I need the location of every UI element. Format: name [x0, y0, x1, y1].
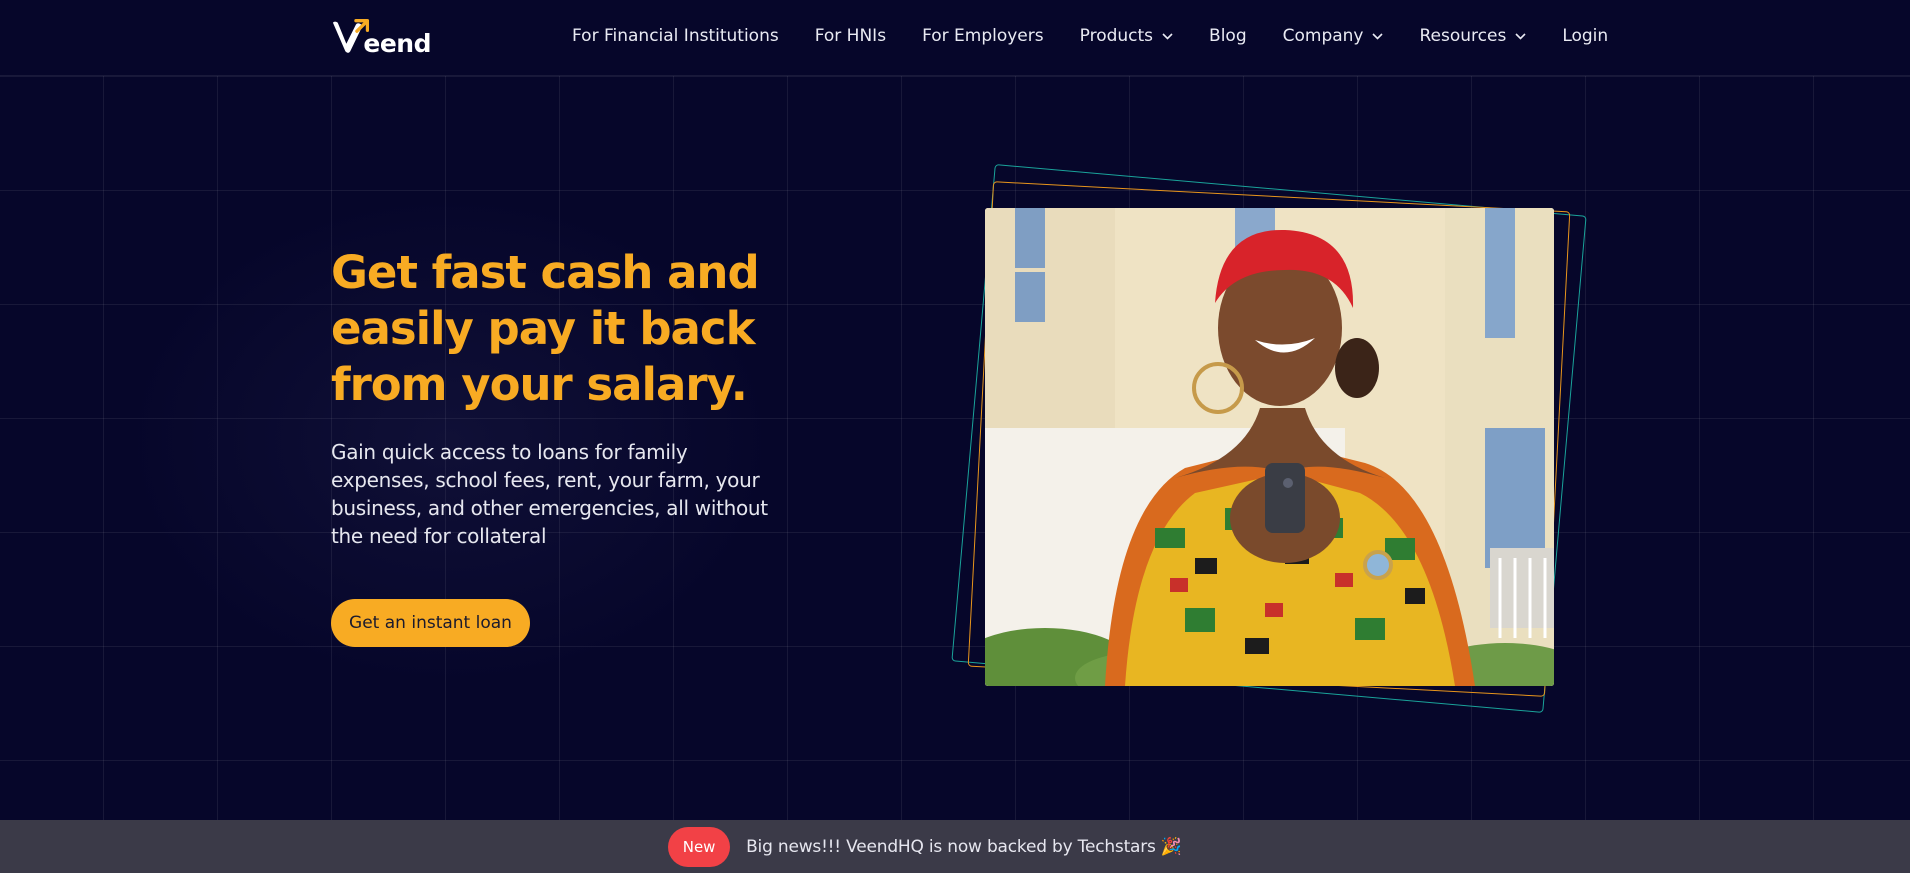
announcement-text: Big news!!! VeendHQ is now backed by Tec… [746, 836, 1182, 857]
hero-title: Get fast cash and easily pay it back fro… [331, 246, 760, 411]
nav-item-blog[interactable]: Blog [1209, 26, 1247, 46]
nav-item-label: Login [1562, 26, 1609, 46]
nav-item-hnis[interactable]: For HNIs [815, 26, 886, 46]
nav-item-label: For Employers [922, 26, 1044, 46]
nav-item-label: Resources [1419, 26, 1507, 46]
nav-item-login[interactable]: Login [1562, 26, 1608, 46]
nav-item-resources[interactable]: Resources [1419, 26, 1526, 46]
chevron-down-icon [1162, 32, 1173, 40]
nav-item-products[interactable]: Products [1080, 26, 1173, 46]
brand-name: eend [363, 29, 431, 58]
hero-photo [985, 208, 1554, 686]
site-header: eend For Financial Institutions For HNIs… [0, 0, 1910, 76]
nav-item-company[interactable]: Company [1283, 26, 1384, 46]
nav-item-label: Company [1282, 26, 1364, 46]
nav-item-label: Blog [1209, 26, 1247, 46]
nav-item-label: For Financial Institutions [572, 26, 779, 46]
new-badge: New [668, 826, 731, 867]
main-nav: For Financial Institutions For HNIs For … [572, 22, 1608, 50]
announcement-banner[interactable]: New Big news!!! VeendHQ is now backed by… [0, 820, 1910, 873]
nav-item-label: Products [1079, 26, 1154, 46]
nav-item-financial-institutions[interactable]: For Financial Institutions [572, 26, 779, 46]
grid-background [0, 0, 1910, 820]
hero-subtitle: Gain quick access to loans for family ex… [331, 440, 768, 548]
chevron-down-icon [1372, 32, 1384, 40]
nav-item-employers[interactable]: For Employers [922, 26, 1044, 46]
nav-item-label: For HNIs [814, 26, 887, 46]
get-instant-loan-button[interactable]: Get an instant loan [331, 599, 530, 647]
chevron-down-icon [1515, 32, 1526, 40]
brand-logo[interactable]: eend [331, 16, 431, 56]
